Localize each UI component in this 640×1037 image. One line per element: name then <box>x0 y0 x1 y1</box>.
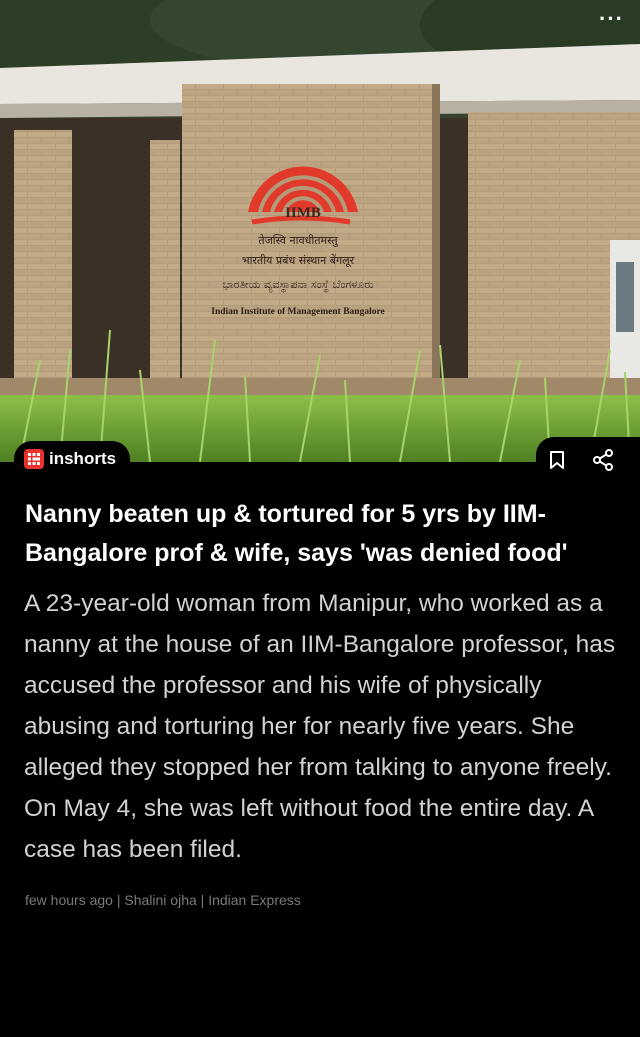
bookmark-icon[interactable] <box>548 450 566 470</box>
article-author: Shalini ojha <box>124 892 197 908</box>
more-options-icon[interactable]: ··· <box>599 8 624 30</box>
meta-separator: | <box>196 892 209 908</box>
news-card[interactable]: Nanny beaten up & tortured for 5 yrs by … <box>0 477 640 908</box>
sign-logo-text: IIMB <box>285 205 321 221</box>
iimb-building-photo: IIMB तेजस्वि नावधीतमस्तु भारतीय प्रबंध स… <box>0 0 640 462</box>
sign-line-4: Indian Institute of Management Bangalore <box>211 307 384 317</box>
article-body: A 23-year-old woman from Manipur, who wo… <box>24 590 616 863</box>
sign-line-2: भारतीय प्रबंध संस्थान बेंगलूर <box>242 254 355 268</box>
hero-image: IIMB तेजस्वि नावधीतमस्तु भारतीय प्रबंध स… <box>0 0 640 462</box>
inshorts-logo-icon <box>24 449 44 469</box>
sign-line-1: तेजस्वि नावधीतमस्तु <box>258 234 338 247</box>
brand-badge: inshorts <box>14 441 130 477</box>
share-icon[interactable] <box>592 449 614 471</box>
article-time: few hours ago <box>25 892 113 908</box>
meta-separator: | <box>112 892 125 908</box>
article-source[interactable]: Indian Express <box>208 892 301 908</box>
article-meta: few hours ago | Shalini ojha | Indian Ex… <box>25 892 616 908</box>
brand-name: inshorts <box>49 449 117 468</box>
article-headline[interactable]: Nanny beaten up & tortured for 5 yrs by … <box>25 495 616 573</box>
